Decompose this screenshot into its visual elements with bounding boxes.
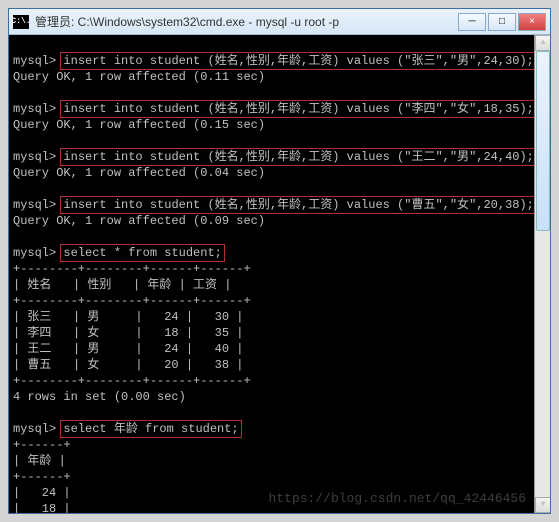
prompt: mysql> [13,422,56,436]
select-age-cmd: select 年龄 from student; [60,420,241,438]
scrollbar[interactable]: ▲ ▼ [534,35,550,513]
table-border: +--------+--------+------+------+ [13,294,251,308]
table-footer: 4 rows in set (0.00 sec) [13,390,186,404]
response-1: Query OK, 1 row affected (0.11 sec) [13,70,265,84]
watermark: https://blog.csdn.net/qq_42446456 [269,491,526,507]
prompt: mysql> [13,246,56,260]
table-row: | 王二 | 男 | 24 | 40 | [13,342,243,356]
prompt: mysql> [13,102,56,116]
scroll-up-button[interactable]: ▲ [535,35,550,51]
window-title: 管理员: C:\Windows\system32\cmd.exe - mysql… [35,13,458,30]
table-row: | 李四 | 女 | 18 | 35 | [13,326,243,340]
response-3: Query OK, 1 row affected (0.04 sec) [13,166,265,180]
select-all-cmd: select * from student; [60,244,224,262]
table-border: +------+ [13,470,71,484]
titlebar[interactable]: C:\. 管理员: C:\Windows\system32\cmd.exe - … [9,9,550,35]
response-2: Query OK, 1 row affected (0.15 sec) [13,118,265,132]
cmd-icon: C:\. [13,15,29,29]
scroll-down-button[interactable]: ▼ [535,497,550,513]
response-4: Query OK, 1 row affected (0.09 sec) [13,214,265,228]
table-row: | 24 | [13,486,71,500]
insert-cmd-2: insert into student (姓名,性别,年龄,工资) values… [60,100,536,118]
insert-cmd-4: insert into student (姓名,性别,年龄,工资) values… [60,196,536,214]
maximize-button[interactable]: □ [488,13,516,31]
table-header: | 年龄 | [13,454,66,468]
prompt: mysql> [13,198,56,212]
table-row: | 曹五 | 女 | 20 | 38 | [13,358,243,372]
table-border: +--------+--------+------+------+ [13,262,251,276]
cmd-window: C:\. 管理员: C:\Windows\system32\cmd.exe - … [8,8,551,514]
prompt: mysql> [13,54,56,68]
close-button[interactable]: × [518,13,546,31]
table-header: | 姓名 | 性别 | 年龄 | 工资 | [13,278,231,292]
prompt: mysql> [13,150,56,164]
table-border: +------+ [13,438,71,452]
terminal-body[interactable]: mysql> insert into student (姓名,性别,年龄,工资)… [9,35,550,513]
table-border: +--------+--------+------+------+ [13,374,251,388]
insert-cmd-3: insert into student (姓名,性别,年龄,工资) values… [60,148,536,166]
scroll-thumb[interactable] [536,51,550,231]
table-row: | 18 | [13,502,71,513]
insert-cmd-1: insert into student (姓名,性别,年龄,工资) values… [60,52,536,70]
window-controls: ─ □ × [458,13,546,31]
minimize-button[interactable]: ─ [458,13,486,31]
table-row: | 张三 | 男 | 24 | 30 | [13,310,243,324]
